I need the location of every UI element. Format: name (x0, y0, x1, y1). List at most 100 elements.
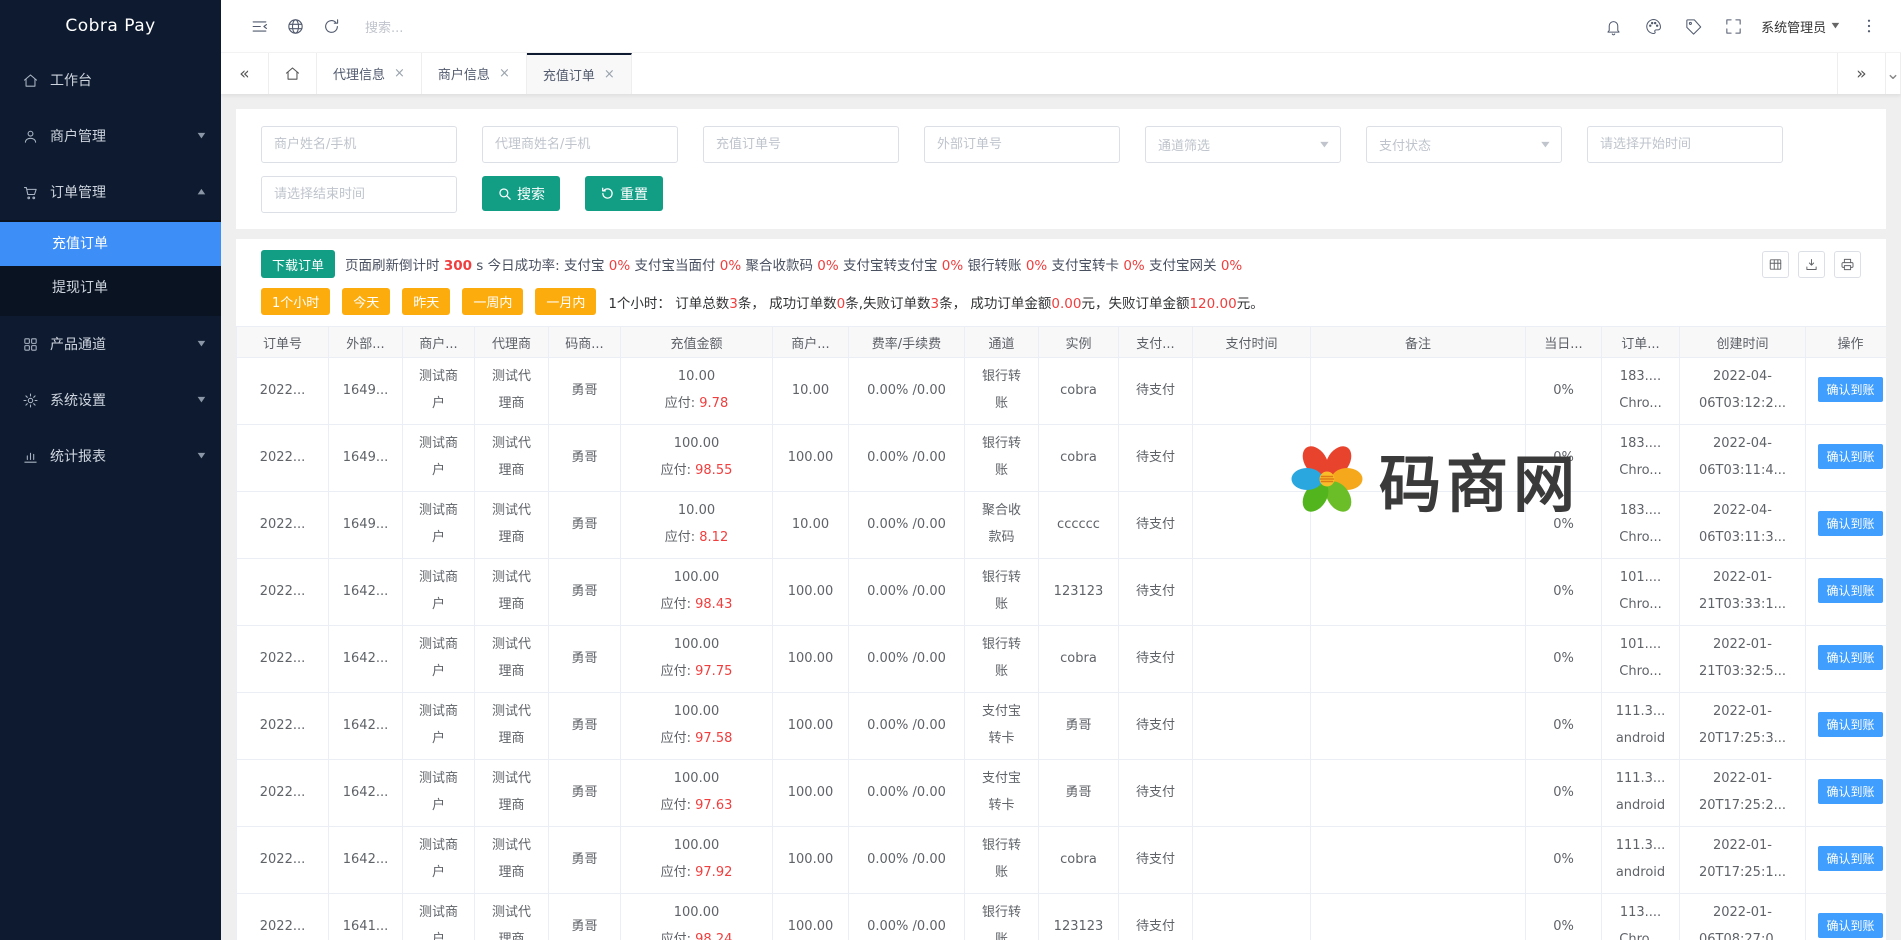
globe-icon[interactable] (277, 8, 313, 44)
user-menu[interactable]: 系统管理员 ▼ (1761, 17, 1839, 36)
confirm-arrival-button[interactable]: 确认到账 (1818, 578, 1882, 603)
tab-商户信息[interactable]: 商户信息× (422, 53, 527, 94)
sidebar-item-产品通道[interactable]: 产品通道▼ (0, 316, 221, 372)
filter-panel: 通道筛选▼ 支付状态▼ 搜索 重置 (236, 109, 1886, 229)
cell-day-rate: 0% (1526, 827, 1602, 894)
tab-充值订单[interactable]: 充值订单× (527, 53, 632, 94)
expand-icon[interactable] (1715, 8, 1751, 44)
cell-merchant-amount: 100.00 (773, 894, 849, 940)
tab-close-icon[interactable]: × (394, 66, 405, 81)
cell-external-no: 1642... (329, 693, 403, 760)
cell-fee: 0.00% /0.00 (849, 492, 965, 559)
cell-device: 111.3... android (1602, 827, 1680, 894)
quick-button-今天[interactable]: 今天 (342, 288, 390, 315)
cell-order-no: 2022... (237, 693, 329, 760)
confirm-arrival-button[interactable]: 确认到账 (1818, 645, 1882, 670)
cell-pay-time (1193, 492, 1311, 559)
quick-button-昨天[interactable]: 昨天 (402, 288, 450, 315)
amount: 100.00 (674, 704, 720, 719)
table-row: 2022...1642...测试商 户测试代 理商勇哥100.00 应付: 97… (237, 693, 1887, 760)
sidebar-item-商户管理[interactable]: 商户管理▼ (0, 108, 221, 164)
tag-icon[interactable] (1675, 8, 1711, 44)
cell-action: 确认到账 (1806, 358, 1887, 425)
confirm-arrival-button[interactable]: 确认到账 (1818, 444, 1882, 469)
confirm-arrival-button[interactable]: 确认到账 (1818, 377, 1882, 402)
filter-select-支付状态[interactable]: 支付状态▼ (1366, 126, 1562, 163)
filter-select-通道筛选[interactable]: 通道筛选▼ (1145, 126, 1341, 163)
global-search-input[interactable]: 搜索... (365, 17, 403, 36)
cell-merchant-amount: 10.00 (773, 492, 849, 559)
confirm-arrival-button[interactable]: 确认到账 (1818, 913, 1882, 938)
home-tab-icon[interactable] (269, 53, 317, 94)
rate-value: 0% (942, 258, 963, 274)
confirm-arrival-button[interactable]: 确认到账 (1818, 846, 1882, 871)
cell-agent: 测试代 理商 (475, 425, 549, 492)
printer-icon-button[interactable] (1834, 251, 1861, 278)
columns-icon-button[interactable] (1762, 251, 1789, 278)
sidebar-item-统计报表[interactable]: 统计报表▼ (0, 428, 221, 484)
refresh-icon[interactable] (313, 8, 349, 44)
sidebar-item-工作台[interactable]: 工作台 (0, 52, 221, 108)
cell-device: 183.... Chro... (1602, 358, 1680, 425)
cell-remark (1311, 492, 1526, 559)
filter-input-代理商姓名/手机[interactable] (482, 126, 678, 163)
summary-number: 0.00 (1051, 296, 1081, 312)
quick-button-1个小时[interactable]: 1个小时 (261, 288, 330, 315)
cell-coder: 勇哥 (549, 827, 621, 894)
tab-close-icon[interactable]: × (604, 67, 615, 82)
cell-merchant: 测试商 户 (403, 425, 475, 492)
confirm-arrival-button[interactable]: 确认到账 (1818, 511, 1882, 536)
sidebar-item-订单管理[interactable]: 订单管理▲ (0, 164, 221, 220)
more-vertical-icon[interactable] (1851, 8, 1887, 44)
tab-close-icon[interactable]: × (499, 66, 510, 81)
sidebar-subitem-提现订单[interactable]: 提现订单 (0, 266, 221, 310)
amount: 100.00 (674, 838, 720, 853)
filter-input-充值订单号[interactable] (703, 126, 899, 163)
payable-label: 应付: (661, 798, 696, 813)
cell-coder: 勇哥 (549, 492, 621, 559)
cell-instance: cccccc (1039, 492, 1119, 559)
bell-icon[interactable] (1595, 8, 1631, 44)
confirm-arrival-button[interactable]: 确认到账 (1818, 779, 1882, 804)
reset-button[interactable]: 重置 (585, 176, 663, 211)
confirm-arrival-button[interactable]: 确认到账 (1818, 712, 1882, 737)
sidebar-item-系统设置[interactable]: 系统设置▼ (0, 372, 221, 428)
column-header-操作: 操作 (1806, 327, 1887, 358)
cell-action: 确认到账 (1806, 626, 1887, 693)
cell-coder: 勇哥 (549, 626, 621, 693)
cell-external-no: 1649... (329, 425, 403, 492)
filter-input-请选择结束时间[interactable] (261, 176, 457, 213)
table-header-row: 订单号外部...商户...代理商码商...充值金额商户...费率/手续费通道实例… (237, 327, 1887, 358)
filter-input-商户姓名/手机[interactable] (261, 126, 457, 163)
menu-fold-icon[interactable] (241, 8, 277, 44)
payable-amount: 98.43 (695, 597, 732, 612)
cell-coder: 勇哥 (549, 358, 621, 425)
quick-button-一月内[interactable]: 一月内 (535, 288, 596, 315)
payable-amount: 9.78 (699, 396, 728, 411)
cell-device: 101.... Chro... (1602, 559, 1680, 626)
quick-button-一周内[interactable]: 一周内 (462, 288, 523, 315)
tabs-scroll-right-button[interactable]: » (1837, 53, 1885, 94)
palette-icon[interactable] (1635, 8, 1671, 44)
download-icon-button[interactable] (1798, 251, 1825, 278)
cell-pay-status: 待支付 (1119, 559, 1193, 626)
tab-label: 代理信息 (333, 64, 385, 83)
download-orders-button[interactable]: 下载订单 (261, 250, 335, 278)
cell-action: 确认到账 (1806, 894, 1887, 940)
sidebar-subitem-充值订单[interactable]: 充值订单 (0, 222, 221, 266)
cell-amount: 100.00 应付: 97.75 (621, 626, 773, 693)
cell-external-no: 1649... (329, 358, 403, 425)
tab-代理信息[interactable]: 代理信息 × (317, 53, 422, 94)
cell-action: 确认到账 (1806, 760, 1887, 827)
chevron-down-icon: ▼ (1541, 141, 1549, 149)
filter-input-外部订单号[interactable] (924, 126, 1120, 163)
cell-pay-time (1193, 693, 1311, 760)
tabs-menu-button[interactable]: ⌄ (1885, 53, 1901, 94)
cell-external-no: 1649... (329, 492, 403, 559)
filter-input-请选择开始时间[interactable] (1587, 126, 1783, 163)
payable-amount: 97.58 (695, 731, 732, 746)
tabs-scroll-left-button[interactable]: « (221, 53, 269, 94)
search-button[interactable]: 搜索 (482, 176, 560, 211)
cell-instance: 123123 (1039, 894, 1119, 940)
cell-created-at: 2022-01- 20T17:25:1... (1680, 827, 1806, 894)
